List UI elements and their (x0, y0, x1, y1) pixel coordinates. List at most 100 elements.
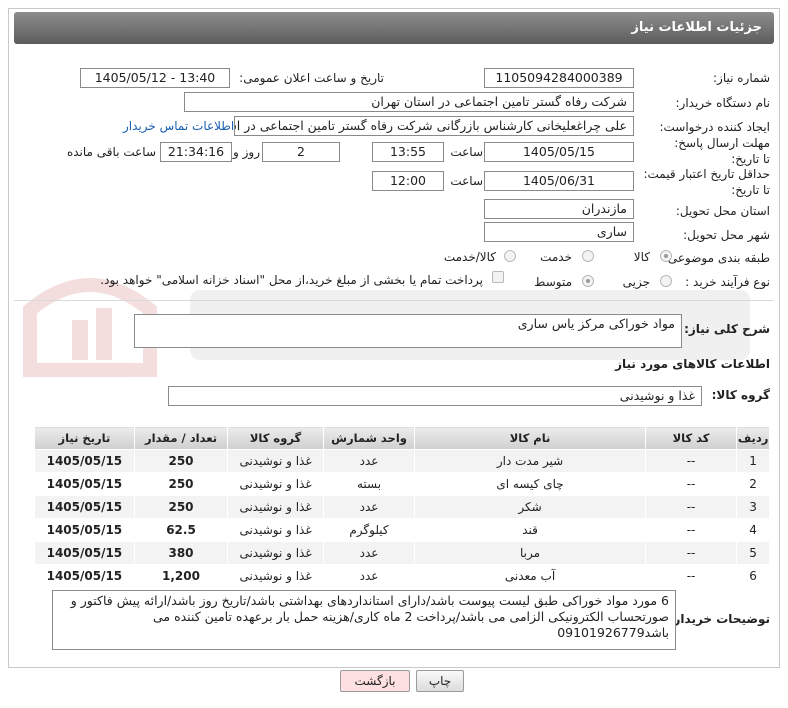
page-title: جزئیات اطلاعات نیاز (14, 12, 774, 44)
item-group: غذا و نوشیدنی (227, 495, 324, 519)
back-button[interactable]: بازگشت (340, 670, 410, 692)
row-number: 6 (736, 564, 770, 588)
col-name: نام کالا (414, 426, 646, 450)
item-group: غذا و نوشیدنی (227, 449, 324, 473)
description-field: مواد خوراکی مرکز یاس ساری (134, 314, 682, 348)
goods-group-label: گروه کالا: (711, 388, 770, 402)
price-validity-time-label: ساعت (450, 174, 483, 188)
days-remaining-field: 2 (262, 142, 340, 162)
item-unit: عدد (322, 495, 416, 519)
price-validity-date-field: 1405/06/31 (484, 171, 634, 191)
item-group: غذا و نوشیدنی (227, 518, 324, 542)
item-qty: 1,200 (133, 564, 229, 588)
category-option-service: خدمت (540, 250, 572, 264)
deadline-date-field: 1405/05/15 (484, 142, 634, 162)
creator-label: ایجاد کننده درخواست: (659, 120, 770, 134)
item-unit: عدد (322, 449, 416, 473)
category-option-goods: کالا (633, 250, 650, 264)
item-code: -- (644, 564, 738, 588)
item-qty: 250 (133, 472, 229, 496)
item-qty: 250 (133, 449, 229, 473)
col-qty: تعداد / مقدار (133, 426, 229, 450)
buyer-contact-link[interactable]: اطلاعات تماس خریدار (123, 119, 234, 133)
item-code: -- (644, 449, 738, 473)
item-name: شکر (414, 495, 646, 519)
item-code: -- (644, 541, 738, 565)
deadline-time-label: ساعت (450, 145, 483, 159)
table-row: 3 -- شکر عدد غذا و نوشیدنی 250 1405/05/15 (34, 495, 770, 519)
row-number: 1 (736, 449, 770, 473)
item-date: 1405/05/15 (34, 472, 135, 496)
page: جزئیات اطلاعات نیاز شماره نیاز: 11050942… (0, 0, 788, 708)
col-unit: واحد شمارش (322, 426, 416, 450)
remaining-label: ساعت باقی مانده (66, 145, 156, 159)
item-group: غذا و نوشیدنی (227, 564, 324, 588)
goods-group-field: غذا و نوشیدنی (168, 386, 702, 406)
city-label: شهر محل تحویل: (683, 228, 770, 242)
treasury-payment-note: پرداخت تمام یا بخشی از مبلغ خرید،از محل … (100, 273, 483, 287)
remaining-time-field: 21:34:16 (160, 142, 232, 162)
item-name: مربا (414, 541, 646, 565)
category-radio-service[interactable] (582, 250, 594, 262)
table-body: 1 -- شیر مدت دار عدد غذا و نوشیدنی 250 1405/05… (34, 449, 770, 588)
row-number: 5 (736, 541, 770, 565)
notes-label: توضیحات خریدار: (668, 612, 770, 626)
item-unit: عدد (322, 541, 416, 565)
item-unit: بسته (322, 472, 416, 496)
category-label: طبقه بندی موضوعی: (663, 251, 770, 265)
announce-field: 1405/05/12 - 13:40 (80, 68, 230, 88)
print-button[interactable]: چاپ (416, 670, 464, 692)
table-row: 5 -- مربا عدد غذا و نوشیدنی 380 1405/05/15 (34, 541, 770, 565)
item-code: -- (644, 495, 738, 519)
item-code: -- (644, 518, 738, 542)
province-field: مازندران (484, 199, 634, 219)
announce-label: تاریخ و ساعت اعلان عمومی: (239, 71, 384, 85)
item-date: 1405/05/15 (34, 541, 135, 565)
price-validity-label: حداقل تاریخ اعتبار قیمت: تا تاریخ: (643, 167, 770, 197)
col-group: گروه کالا (227, 426, 324, 450)
item-group: غذا و نوشیدنی (227, 472, 324, 496)
need-number-field: 1105094284000389 (484, 68, 634, 88)
purchase-type-label: نوع فرآیند خرید : (685, 275, 770, 289)
item-date: 1405/05/15 (34, 449, 135, 473)
item-name: چای کیسه ای (414, 472, 646, 496)
item-code: -- (644, 472, 738, 496)
treasury-payment-checkbox[interactable] (492, 271, 504, 283)
item-qty: 380 (133, 541, 229, 565)
goods-section-title: اطلاعات کالاهای مورد نیاز (615, 357, 770, 371)
item-unit: کیلوگرم (322, 518, 416, 542)
province-label: استان محل تحویل: (675, 204, 770, 218)
purchase-option-medium: متوسط (534, 275, 572, 289)
category-radio-goods-service[interactable] (504, 250, 516, 262)
table-row: 2 -- چای کیسه ای بسته غذا و نوشیدنی 250 1405/0… (34, 472, 770, 496)
item-date: 1405/05/15 (34, 518, 135, 542)
item-group: غذا و نوشیدنی (227, 541, 324, 565)
table-row: 1 -- شیر مدت دار عدد غذا و نوشیدنی 250 1405/05… (34, 449, 770, 473)
city-field: ساری (484, 222, 634, 242)
category-radio-goods[interactable] (660, 250, 672, 262)
col-code: کد کالا (644, 426, 738, 450)
col-row: ردیف (736, 426, 770, 450)
col-date: تاریخ نیاز (34, 426, 135, 450)
item-name: قند (414, 518, 646, 542)
item-qty: 250 (133, 495, 229, 519)
purchase-option-minor: جزیی (622, 275, 650, 289)
item-qty: 62.5 (133, 518, 229, 542)
description-label: شرح کلی نیاز: (684, 322, 770, 336)
deadline-label: مهلت ارسال پاسخ: تا تاریخ: (674, 136, 770, 166)
price-validity-time-field: 12:00 (372, 171, 444, 191)
item-date: 1405/05/15 (34, 564, 135, 588)
purchase-radio-minor[interactable] (660, 275, 672, 287)
creator-field: علی چراغعلیخانی کارشناس بازرگانی شرکت رف… (234, 116, 634, 136)
category-option-goods-service: کالا/خدمت (443, 250, 496, 264)
table-header-row: ردیف کد کالا نام کالا واحد شمارش گروه کا… (34, 426, 770, 450)
row-number: 2 (736, 472, 770, 496)
row-number: 4 (736, 518, 770, 542)
deadline-time-field: 13:55 (372, 142, 444, 162)
divider (14, 300, 774, 301)
buyer-org-field: شرکت رفاه گستر تامین اجتماعی در استان ته… (184, 92, 634, 112)
table-row: 6 -- آب معدنی عدد غذا و نوشیدنی 1,200 1405/05/… (34, 564, 770, 588)
days-label: روز و (233, 145, 260, 159)
purchase-radio-medium[interactable] (582, 275, 594, 287)
item-name: شیر مدت دار (414, 449, 646, 473)
